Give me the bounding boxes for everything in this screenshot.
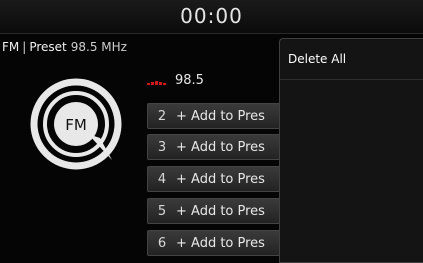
preset-label: + Add to Pres [176, 236, 265, 251]
fm-logo-icon: FM [30, 78, 122, 170]
preset-label: + Add to Pres [176, 109, 265, 124]
now-playing-row[interactable]: 98.5 [147, 70, 204, 92]
current-frequency: 98.5 [175, 73, 204, 88]
preset-button-6[interactable]: 6 + Add to Pres [147, 230, 287, 256]
preset-button-2[interactable]: 2 + Add to Pres [147, 103, 287, 129]
radio-status-line: FM | Preset 98.5 MHz [2, 38, 127, 56]
preset-label: + Add to Pres [176, 172, 265, 187]
logo-text: FM [65, 116, 87, 134]
preset-button-3[interactable]: 3 + Add to Pres [147, 134, 287, 160]
radio-screen: 00:00 FM | Preset 98.5 MHz FM 98.5 2 + Add t… [0, 0, 423, 263]
preset-number: 3 [157, 140, 167, 155]
preset-number: 5 [157, 204, 167, 219]
preset-button-4[interactable]: 4 + Add to Pres [147, 166, 287, 192]
preset-button-5[interactable]: 5 + Add to Pres [147, 198, 287, 224]
clock: 00:00 [180, 4, 243, 28]
delete-all-menu-item[interactable]: Delete All [280, 39, 423, 80]
preset-label: + Add to Pres [176, 204, 265, 219]
mode-label: Preset [29, 40, 67, 54]
preset-number: 2 [157, 109, 167, 124]
preset-label: + Add to Pres [176, 140, 265, 155]
signal-strength-icon [147, 77, 167, 85]
preset-number: 4 [157, 172, 167, 187]
frequency-label: 98.5 MHz [70, 40, 127, 54]
band-label: FM [2, 40, 20, 54]
options-menu: Delete All [279, 38, 423, 263]
preset-number: 6 [157, 236, 167, 251]
status-separator: | [22, 40, 27, 54]
top-status-bar: 00:00 [0, 0, 423, 34]
